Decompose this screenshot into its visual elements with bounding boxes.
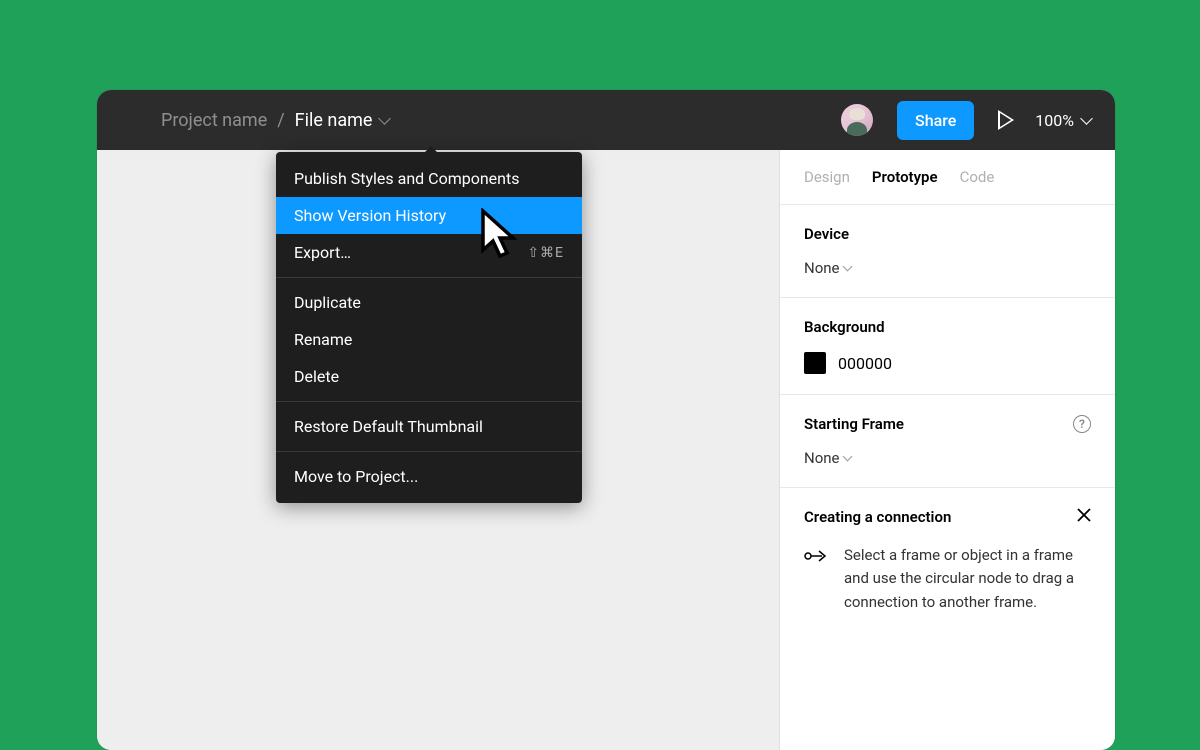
menu-item-version-history[interactable]: Show Version History: [276, 197, 582, 234]
file-dropdown-menu: Publish Styles and Components Show Versi…: [276, 152, 582, 503]
starting-frame-title: Starting Frame: [804, 415, 904, 433]
background-header: Background: [804, 318, 1091, 336]
background-color-row[interactable]: 000000: [804, 352, 1091, 374]
topbar-right: Share 100%: [841, 101, 1091, 140]
menu-item-label: Publish Styles and Components: [294, 169, 519, 188]
canvas-area[interactable]: Publish Styles and Components Show Versi…: [97, 150, 779, 750]
chevron-down-icon: [379, 112, 392, 125]
file-name-dropdown[interactable]: File name: [295, 110, 390, 131]
panel-tabs: Design Prototype Code: [780, 150, 1115, 205]
menu-item-export[interactable]: Export… ⇧⌘E: [276, 234, 582, 271]
zoom-value: 100%: [1035, 111, 1074, 130]
starting-frame-selector[interactable]: None: [804, 449, 1091, 467]
hint-body: Select a frame or object in a frame and …: [804, 544, 1091, 614]
dropdown-caret: [424, 146, 438, 153]
hint-header: Creating a connection: [804, 508, 1091, 526]
menu-item-duplicate[interactable]: Duplicate: [276, 284, 582, 321]
menu-item-label: Move to Project...: [294, 467, 418, 486]
close-icon[interactable]: [1077, 508, 1091, 526]
tab-code[interactable]: Code: [960, 168, 995, 186]
background-title: Background: [804, 318, 885, 336]
starting-frame-header: Starting Frame ?: [804, 415, 1091, 433]
file-name-label: File name: [295, 110, 373, 131]
background-section: Background 000000: [780, 298, 1115, 395]
hint-section: Creating a connection Select a frame or …: [780, 488, 1115, 634]
menu-divider: [276, 277, 582, 278]
device-title: Device: [804, 225, 849, 243]
chevron-down-icon: [842, 262, 852, 272]
menu-item-move-project[interactable]: Move to Project...: [276, 458, 582, 495]
menu-divider: [276, 401, 582, 402]
device-header: Device: [804, 225, 1091, 243]
menu-item-label: Restore Default Thumbnail: [294, 417, 483, 436]
chevron-down-icon: [1080, 112, 1093, 125]
starting-frame-value: None: [804, 449, 840, 467]
menu-item-label: Duplicate: [294, 293, 361, 312]
app-window: Project name / File name Share 100% Publ…: [97, 90, 1115, 750]
menu-item-delete[interactable]: Delete: [276, 358, 582, 395]
device-selector[interactable]: None: [804, 259, 1091, 277]
menu-shortcut: ⇧⌘E: [527, 245, 564, 261]
menu-item-restore-thumbnail[interactable]: Restore Default Thumbnail: [276, 408, 582, 445]
device-section: Device None: [780, 205, 1115, 298]
chevron-down-icon: [842, 452, 852, 462]
hint-text: Select a frame or object in a frame and …: [844, 544, 1091, 614]
hint-title: Creating a connection: [804, 508, 951, 526]
help-icon[interactable]: ?: [1073, 415, 1091, 433]
background-value: 000000: [838, 354, 892, 373]
menu-item-rename[interactable]: Rename: [276, 321, 582, 358]
main-area: Publish Styles and Components Show Versi…: [97, 150, 1115, 750]
breadcrumb: Project name / File name: [161, 110, 841, 131]
menu-item-label: Export…: [294, 243, 351, 262]
menu-item-label: Show Version History: [294, 206, 446, 225]
share-button[interactable]: Share: [897, 101, 974, 140]
avatar[interactable]: [841, 104, 873, 136]
topbar: Project name / File name Share 100%: [97, 90, 1115, 150]
starting-frame-section: Starting Frame ? None: [780, 395, 1115, 488]
tab-prototype[interactable]: Prototype: [872, 168, 938, 186]
device-value: None: [804, 259, 840, 277]
project-name[interactable]: Project name: [161, 110, 267, 131]
zoom-control[interactable]: 100%: [1035, 111, 1091, 130]
menu-item-label: Delete: [294, 367, 339, 386]
menu-item-publish[interactable]: Publish Styles and Components: [276, 160, 582, 197]
play-icon[interactable]: [998, 112, 1011, 128]
breadcrumb-separator: /: [277, 110, 284, 131]
connection-icon: [804, 546, 830, 570]
color-swatch[interactable]: [804, 352, 826, 374]
tab-design[interactable]: Design: [804, 168, 850, 186]
menu-item-label: Rename: [294, 330, 352, 349]
menu-divider: [276, 451, 582, 452]
right-panel: Design Prototype Code Device None Backgr…: [779, 150, 1115, 750]
